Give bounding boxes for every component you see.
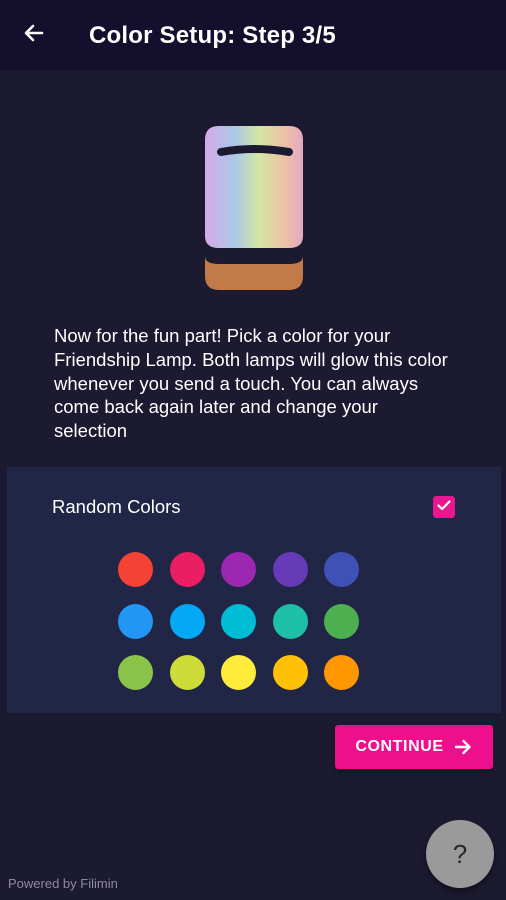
color-picker-panel: Random Colors bbox=[7, 467, 501, 713]
color-swatch[interactable] bbox=[324, 552, 359, 587]
color-swatch[interactable] bbox=[272, 552, 308, 587]
color-swatch[interactable] bbox=[169, 603, 205, 639]
continue-label: CONTINUE bbox=[355, 738, 444, 755]
color-swatch[interactable] bbox=[221, 552, 256, 587]
arrow-left-icon bbox=[22, 21, 46, 50]
color-swatch[interactable] bbox=[272, 603, 308, 639]
color-swatch[interactable] bbox=[169, 655, 205, 690]
help-button[interactable]: ? bbox=[426, 820, 494, 888]
color-swatch[interactable] bbox=[118, 552, 153, 587]
continue-button[interactable]: CONTINUE bbox=[335, 725, 493, 769]
random-colors-label: Random Colors bbox=[52, 496, 181, 517]
color-swatch[interactable] bbox=[272, 655, 308, 690]
color-swatch[interactable] bbox=[118, 603, 153, 639]
color-swatch[interactable] bbox=[221, 603, 256, 639]
back-button[interactable] bbox=[16, 17, 52, 53]
color-swatch[interactable] bbox=[169, 552, 205, 587]
color-swatch-grid bbox=[118, 552, 360, 690]
color-swatch[interactable] bbox=[324, 603, 359, 639]
arrow-right-icon bbox=[453, 737, 473, 757]
powered-by-text: Powered by Filimin bbox=[8, 876, 118, 891]
app-bar: Color Setup: Step 3/5 bbox=[0, 0, 506, 70]
color-swatch[interactable] bbox=[324, 655, 359, 690]
page-title: Color Setup: Step 3/5 bbox=[89, 22, 336, 49]
checkmark-icon bbox=[436, 497, 452, 518]
random-colors-checkbox[interactable] bbox=[433, 496, 455, 518]
help-icon: ? bbox=[452, 838, 468, 869]
color-swatch[interactable] bbox=[118, 655, 153, 690]
friendship-lamp-illustration bbox=[203, 124, 305, 292]
instructions-text: Now for the fun part! Pick a color for y… bbox=[54, 325, 448, 442]
color-swatch[interactable] bbox=[221, 655, 256, 690]
